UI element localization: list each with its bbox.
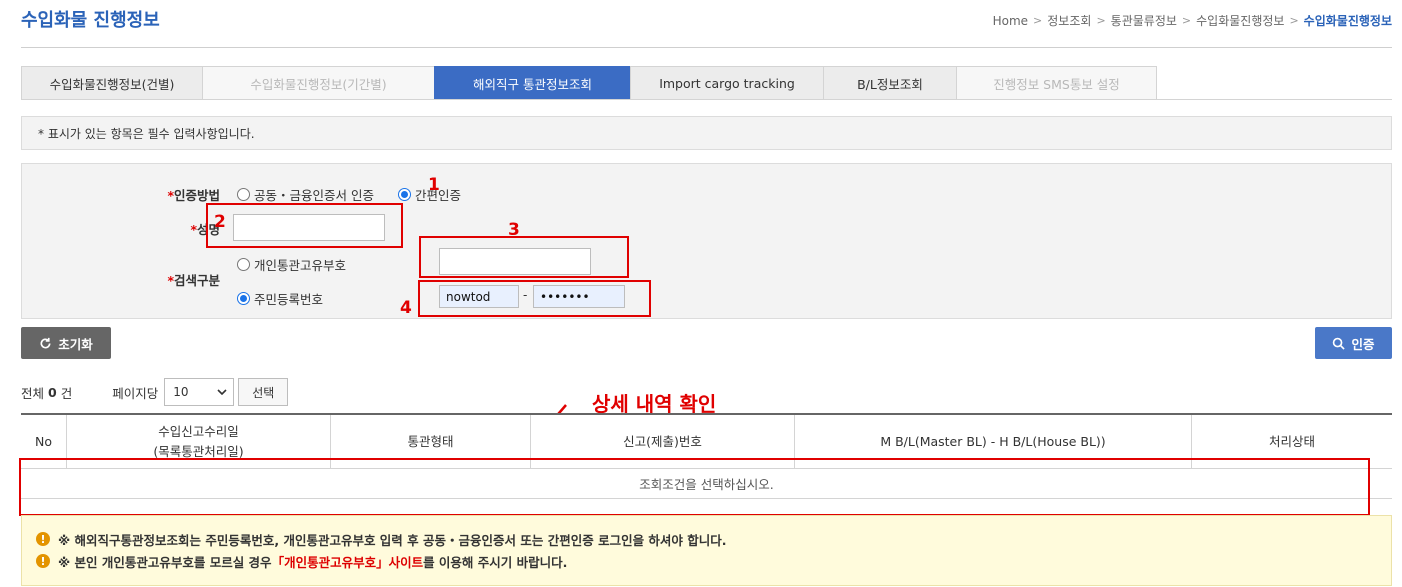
refresh-icon xyxy=(40,337,51,348)
radio-checked-icon xyxy=(237,292,250,305)
annotation-number-2: 2 xyxy=(214,212,226,232)
warning-text-1: ※ 해외직구통관정보조회는 주민등록번호, 개인통관고유부호 입력 후 공동・금… xyxy=(58,532,727,548)
search-type-label: *검색구분 xyxy=(167,273,220,288)
chevron-right-icon: > xyxy=(1289,14,1299,27)
auth-method-label: *인증방법 xyxy=(167,188,220,203)
annotation-number-3: 3 xyxy=(508,220,520,240)
auth-button-label: 인증 xyxy=(1351,336,1375,352)
radio-checked-icon xyxy=(398,188,411,201)
breadcrumb-customs-logistics[interactable]: 통관물류정보 xyxy=(1111,12,1177,29)
breadcrumb-import-cargo[interactable]: 수입화물진행정보 xyxy=(1196,12,1284,29)
total-count: 0 xyxy=(48,384,57,400)
search-option-customs-code[interactable]: 개인통관고유부호 xyxy=(237,255,346,274)
total-suffix: 건 xyxy=(60,385,73,401)
warning-line-2: ! ※ 본인 개인통관고유부호를 모르실 경우 「개인통관고유부호」사이트 를 이… xyxy=(36,550,1377,572)
tab-overseas-direct-customs[interactable]: 해외직구 통관정보조회 xyxy=(434,66,630,100)
title-divider xyxy=(21,47,1392,48)
search-option-rrn[interactable]: 주민등록번호 xyxy=(237,289,323,308)
tab-bar: 수입화물진행정보(건별) 수입화물진행정보(기간별) 해외직구 통관정보조회 I… xyxy=(21,66,1157,100)
chevron-down-icon xyxy=(217,389,227,395)
annotation-box-2 xyxy=(206,203,403,248)
tab-import-cargo-period: 수입화물진행정보(기간별) xyxy=(202,66,434,100)
warning-panel: ! ※ 해외직구통관정보조회는 주민등록번호, 개인통관고유부호 입력 후 공동… xyxy=(21,515,1392,586)
tabs-divider xyxy=(21,99,1392,100)
select-button[interactable]: 선택 xyxy=(238,378,289,406)
tab-import-cargo-single[interactable]: 수입화물진행정보(건별) xyxy=(21,66,202,100)
result-summary: 전체 0 건 페이지당 10 선택 xyxy=(21,378,289,406)
name-label: *성명 xyxy=(190,222,220,237)
chevron-right-icon: > xyxy=(1033,14,1043,27)
per-page-select[interactable]: 10 xyxy=(164,378,235,406)
chevron-right-icon: > xyxy=(1181,14,1192,27)
per-page-label: 페이지당 xyxy=(112,385,159,401)
exclamation-icon: ! xyxy=(36,554,50,568)
breadcrumb-current: 수입화물진행정보 xyxy=(1303,14,1392,28)
auth-button[interactable]: 인증 xyxy=(1315,327,1392,359)
required-notice: * 표시가 있는 항목은 필수 입력사항입니다. xyxy=(21,116,1392,150)
radio-unchecked-icon xyxy=(237,188,250,201)
annotation-number-4: 4 xyxy=(400,298,412,318)
annotation-number-1: 1 xyxy=(428,175,440,195)
warning-text-2-before: ※ 본인 개인통관고유부호를 모르실 경우 xyxy=(58,554,272,570)
per-page-value: 10 xyxy=(173,385,189,399)
chevron-right-icon: > xyxy=(1096,14,1106,27)
exclamation-icon: ! xyxy=(36,532,50,546)
annotation-box-detail xyxy=(19,458,1370,516)
auth-option-certificate[interactable]: 공동・금융인증서 인증 xyxy=(237,185,374,204)
breadcrumb-home[interactable]: Home xyxy=(993,14,1028,28)
tab-sms-setting: 진행정보 SMS통보 설정 xyxy=(956,66,1157,100)
tab-bl-lookup[interactable]: B/L정보조회 xyxy=(823,66,956,100)
tab-import-cargo-tracking[interactable]: Import cargo tracking xyxy=(630,66,823,100)
total-prefix: 전체 xyxy=(21,385,45,401)
reset-button-label: 초기화 xyxy=(58,336,93,352)
breadcrumb-info-lookup[interactable]: 정보조회 xyxy=(1047,12,1091,29)
page-title: 수입화물 진행정보 xyxy=(21,10,160,31)
breadcrumb: Home > 정보조회 > 통관물류정보 > 수입화물진행정보 > 수입화물진행… xyxy=(993,12,1392,29)
radio-unchecked-icon xyxy=(237,258,250,271)
warning-text-2-after: 를 이용해 주시기 바랍니다. xyxy=(423,554,568,570)
warning-line-1: ! ※ 해외직구통관정보조회는 주민등록번호, 개인통관고유부호 입력 후 공동… xyxy=(36,528,1377,550)
annotation-box-4 xyxy=(418,280,651,317)
search-icon xyxy=(1333,337,1346,350)
reset-button[interactable]: 초기화 xyxy=(21,327,111,359)
customs-code-site-link[interactable]: 「개인통관고유부호」사이트 xyxy=(272,552,424,571)
annotation-box-3 xyxy=(419,236,629,278)
